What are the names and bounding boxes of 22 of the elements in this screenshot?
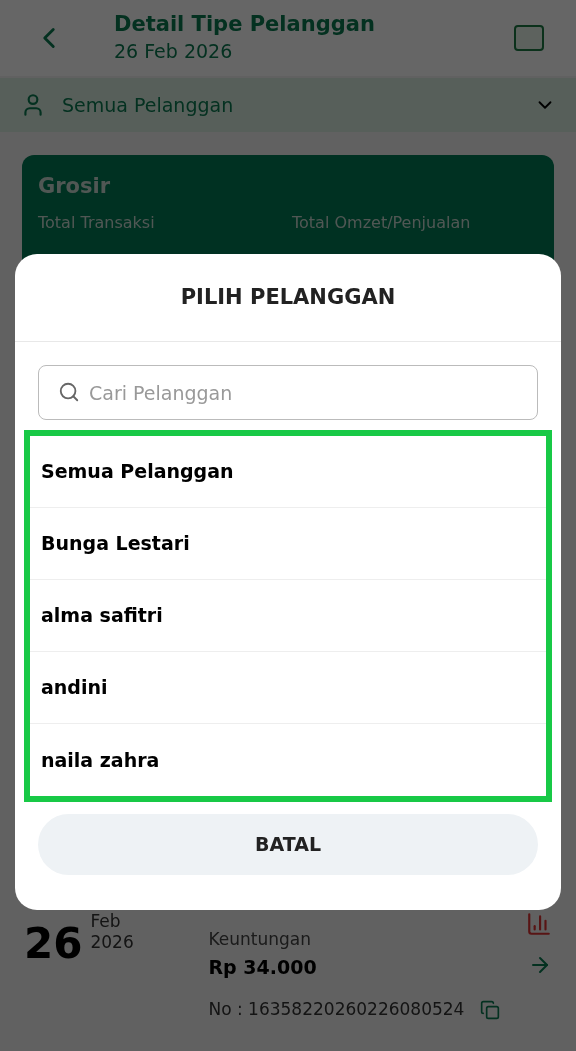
customer-option[interactable]: Bunga Lestari bbox=[30, 508, 546, 580]
page-date: 26 Feb 2026 bbox=[114, 38, 234, 64]
customer-option[interactable]: naila zahra bbox=[30, 724, 546, 796]
transaction-month: Feb bbox=[90, 911, 122, 933]
card-label: Total Omzet/Penjualan bbox=[292, 211, 471, 234]
transaction-number: No : 16358220260226080524 bbox=[208, 998, 465, 1021]
profit-amount: Rp 34.000 bbox=[208, 954, 318, 980]
cancel-button[interactable]: BATAL bbox=[38, 814, 538, 875]
dialog-title: PILIH PELANGGAN bbox=[180, 283, 396, 311]
transaction-day: 26 bbox=[24, 923, 83, 1023]
customer-option[interactable]: andini bbox=[30, 652, 546, 724]
copy-icon bbox=[480, 999, 501, 1020]
search-field[interactable]: Cari Pelanggan bbox=[38, 365, 538, 420]
card-label: Total Transaksi bbox=[38, 211, 156, 234]
customer-option[interactable]: alma safitri bbox=[30, 580, 546, 652]
card-title: Grosir bbox=[38, 173, 112, 200]
chart-icon bbox=[526, 911, 552, 937]
page-title: Detail Tipe Pelanggan bbox=[114, 10, 376, 37]
search-icon bbox=[58, 381, 80, 403]
customer-option[interactable]: Semua Pelanggan bbox=[30, 436, 546, 508]
transaction-year: 2026 bbox=[90, 932, 135, 954]
profit-label: Keuntungan bbox=[208, 928, 312, 951]
